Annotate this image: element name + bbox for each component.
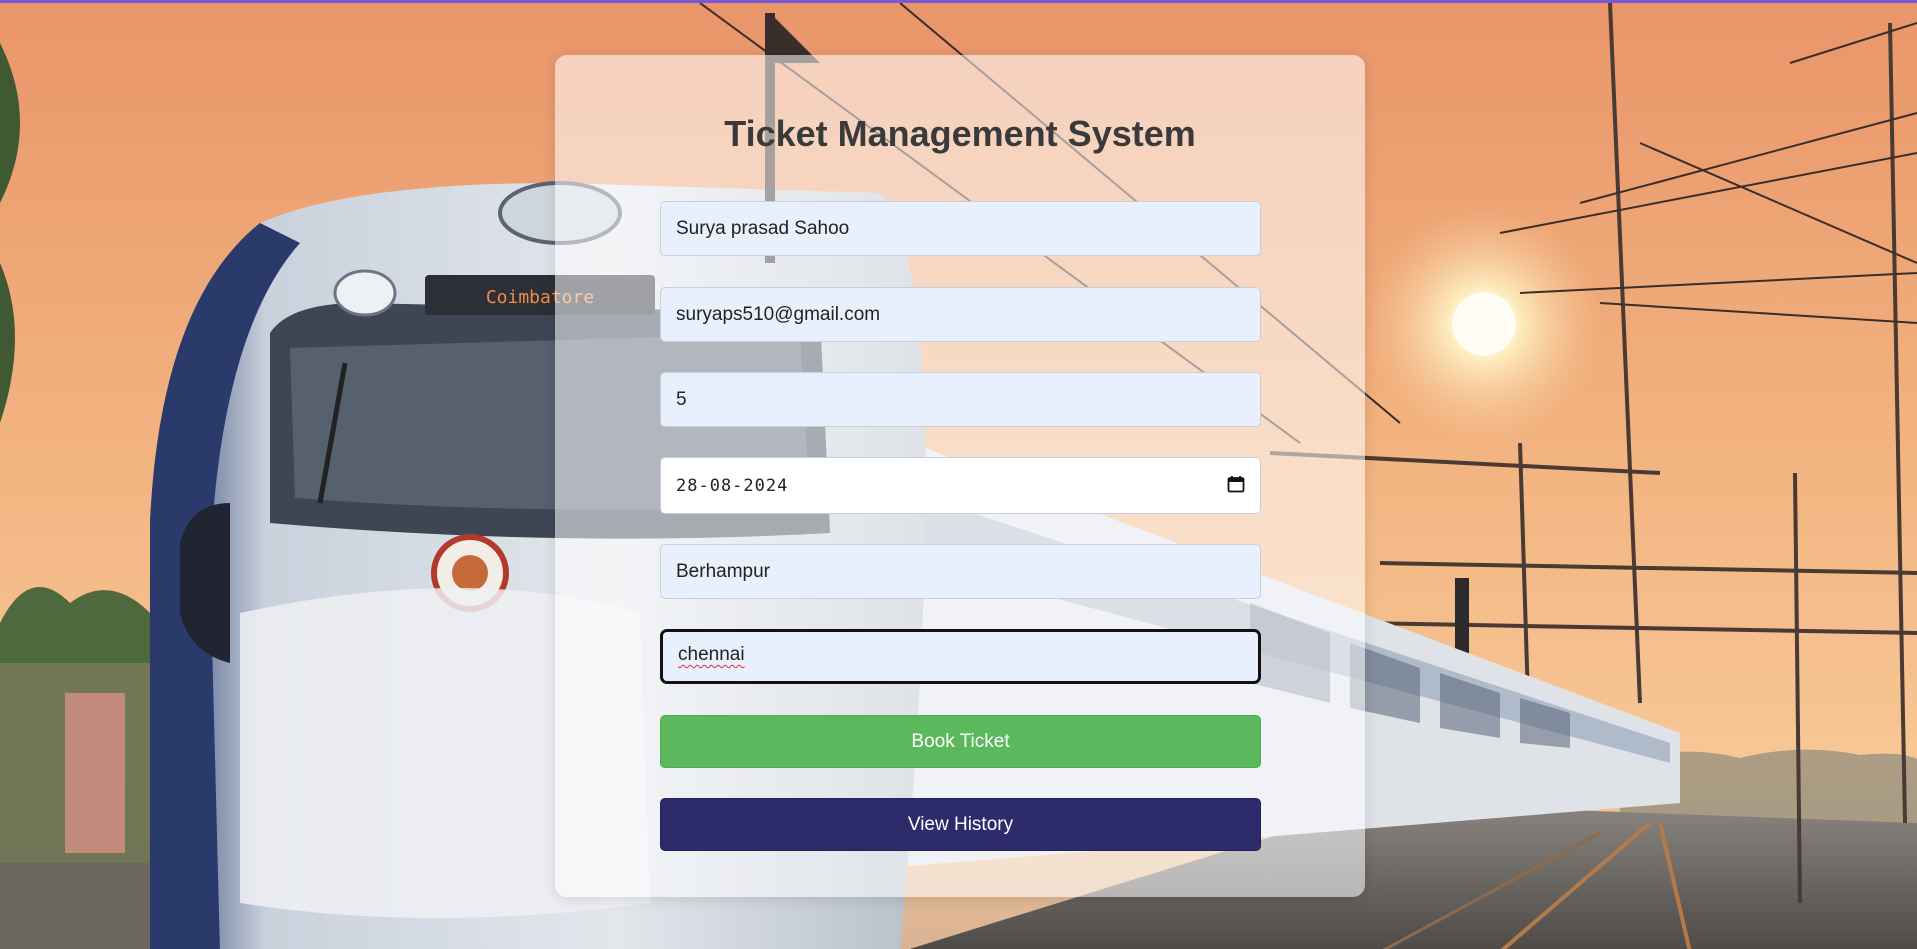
email-field[interactable] xyxy=(660,287,1261,342)
from-station-field[interactable] xyxy=(660,544,1261,599)
page-title: Ticket Management System xyxy=(724,113,1196,154)
booking-form-card: Ticket Management System chennai Book Ti… xyxy=(555,55,1365,897)
book-ticket-label: Book Ticket xyxy=(911,730,1010,752)
calendar-icon[interactable] xyxy=(1227,475,1245,493)
date-field-wrapper xyxy=(660,457,1261,514)
to-station-wrapper: chennai xyxy=(660,629,1261,684)
to-station-field[interactable] xyxy=(660,629,1261,684)
ticket-count-field[interactable] xyxy=(660,372,1261,427)
view-history-label: View History xyxy=(907,813,1014,835)
view-history-button[interactable]: View History xyxy=(660,798,1261,851)
name-field[interactable] xyxy=(660,201,1261,256)
book-ticket-button[interactable]: Book Ticket xyxy=(660,715,1261,768)
travel-date-field[interactable] xyxy=(660,457,1261,514)
